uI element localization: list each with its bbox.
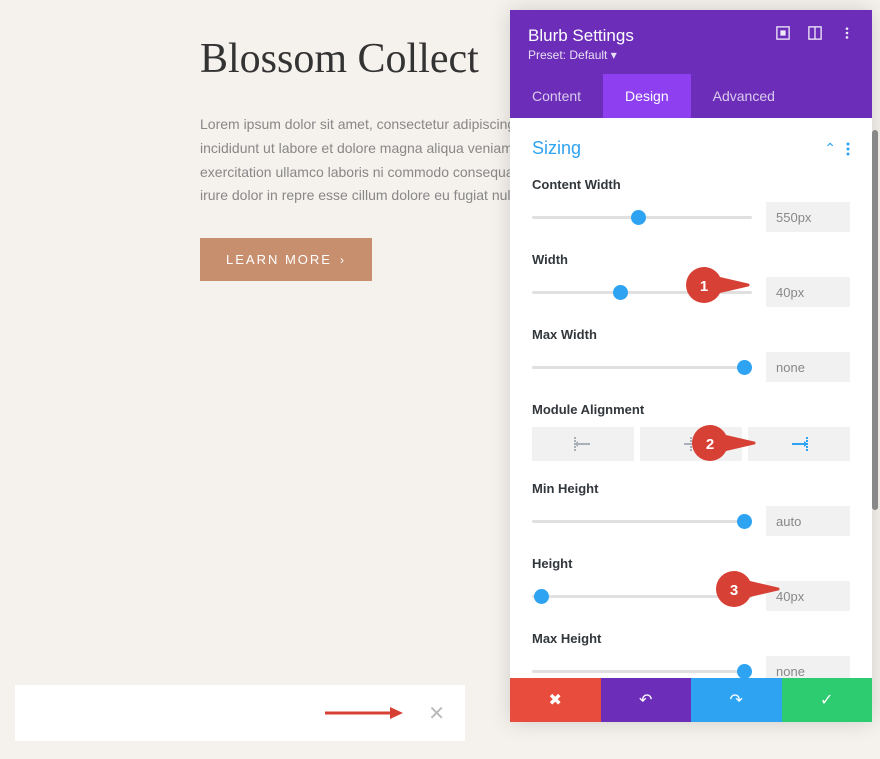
expand-icon[interactable]: [776, 26, 790, 40]
slider-content-width[interactable]: [532, 209, 752, 225]
field-height: Height 3: [532, 556, 850, 611]
field-width: Width 1: [532, 252, 850, 307]
check-icon: ✓: [820, 690, 833, 710]
slider-max-width[interactable]: [532, 359, 752, 375]
learn-more-button[interactable]: LEARN MORE ›: [200, 238, 372, 281]
field-max-height: Max Height: [532, 631, 850, 678]
field-content-width: Content Width: [532, 177, 850, 232]
label-width: Width: [532, 252, 850, 267]
svg-text:3: 3: [730, 582, 738, 599]
callout-3: 3: [716, 571, 780, 607]
more-vertical-icon[interactable]: [846, 142, 850, 156]
panel-body: Sizing ⌃ Content Width Width 1: [510, 118, 872, 678]
red-arrow-icon: [325, 703, 405, 723]
settings-panel: Blurb Settings Preset: Default ▾ Content…: [510, 10, 872, 722]
panel-preset[interactable]: Preset: Default ▾: [528, 48, 634, 62]
slider-max-height[interactable]: [532, 663, 752, 678]
input-content-width[interactable]: [766, 202, 850, 232]
svg-text:2: 2: [706, 436, 714, 453]
label-max-height: Max Height: [532, 631, 850, 646]
callout-1: 1: [686, 267, 750, 303]
input-width[interactable]: [766, 277, 850, 307]
label-height: Height: [532, 556, 850, 571]
field-module-alignment: Module Alignment 2: [532, 402, 850, 461]
input-max-width[interactable]: [766, 352, 850, 382]
save-button[interactable]: ✓: [782, 678, 873, 722]
input-max-height[interactable]: [766, 656, 850, 678]
label-min-height: Min Height: [532, 481, 850, 496]
svg-text:1: 1: [700, 278, 708, 295]
align-right-icon: [790, 437, 808, 451]
x-icon: ✖: [549, 690, 562, 710]
close-icon[interactable]: ✕: [428, 701, 445, 726]
discard-button[interactable]: ✖: [510, 678, 601, 722]
chevron-up-icon[interactable]: ⌃: [824, 140, 836, 157]
undo-icon: ↶: [639, 690, 652, 710]
label-content-width: Content Width: [532, 177, 850, 192]
callout-2: 2: [692, 425, 756, 461]
align-left-icon: [574, 437, 592, 451]
tab-content[interactable]: Content: [510, 74, 603, 118]
redo-icon: ↷: [730, 690, 743, 710]
more-vertical-icon[interactable]: [840, 26, 854, 40]
learn-more-label: LEARN MORE: [226, 252, 332, 267]
label-max-width: Max Width: [532, 327, 850, 342]
scrollbar[interactable]: [872, 130, 878, 510]
align-right-button[interactable]: [748, 427, 850, 461]
field-min-height: Min Height: [532, 481, 850, 536]
tab-advanced[interactable]: Advanced: [691, 74, 797, 118]
label-module-alignment: Module Alignment: [532, 402, 850, 417]
input-min-height[interactable]: [766, 506, 850, 536]
caret-down-icon: ▾: [611, 48, 617, 62]
slider-min-height[interactable]: [532, 513, 752, 529]
panel-header: Blurb Settings Preset: Default ▾: [510, 10, 872, 74]
redo-button[interactable]: ↷: [691, 678, 782, 722]
tab-design[interactable]: Design: [603, 74, 691, 118]
align-left-button[interactable]: [532, 427, 634, 461]
panel-footer: ✖ ↶ ↷ ✓: [510, 678, 872, 722]
tabs: Content Design Advanced: [510, 74, 872, 118]
columns-icon[interactable]: [808, 26, 822, 40]
section-title[interactable]: Sizing: [532, 138, 581, 159]
undo-button[interactable]: ↶: [601, 678, 692, 722]
chevron-right-icon: ›: [340, 253, 346, 267]
bottom-toolbar: ✕: [15, 685, 465, 741]
field-max-width: Max Width: [532, 327, 850, 382]
panel-title: Blurb Settings: [528, 26, 634, 46]
